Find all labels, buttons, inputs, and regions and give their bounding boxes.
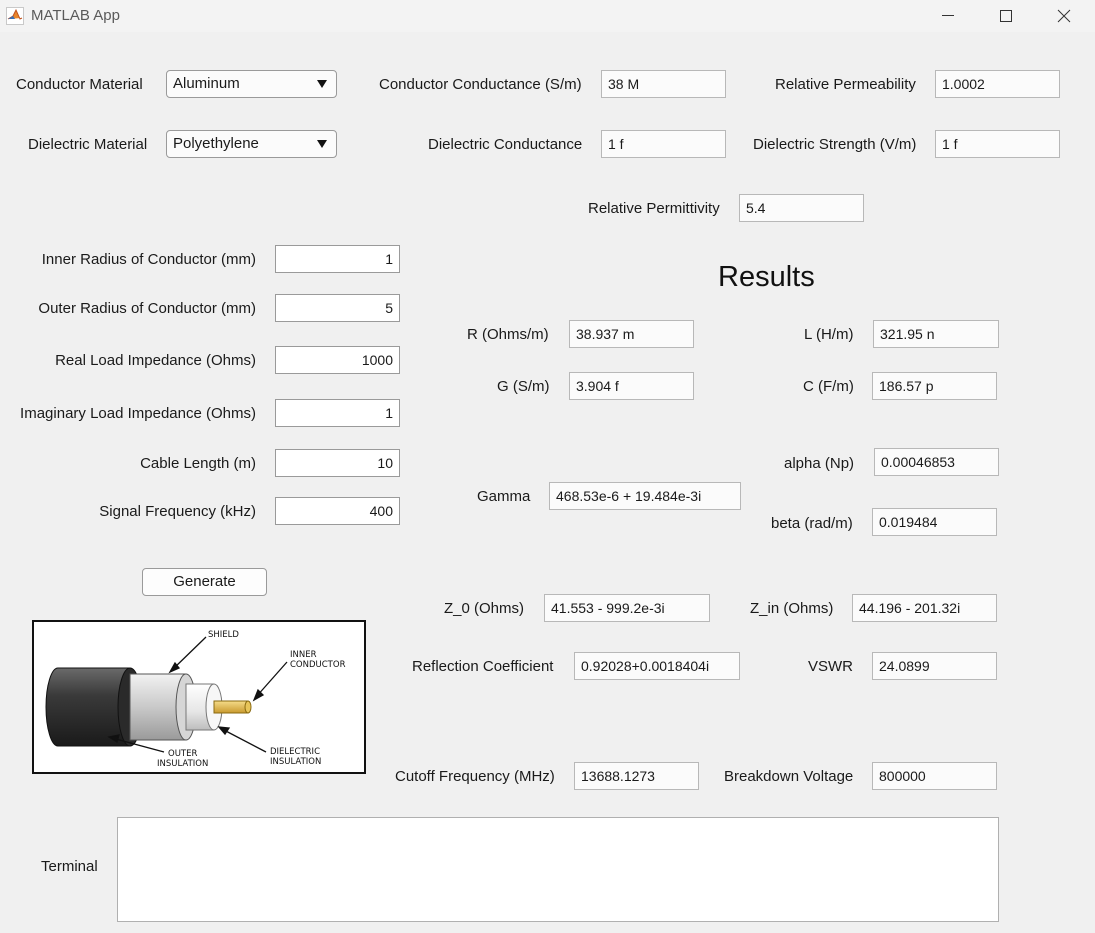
reflection-coefficient-field[interactable]: 0.92028+0.0018404i: [574, 652, 740, 680]
outer-radius-label: Outer Radius of Conductor (mm): [38, 300, 256, 317]
dielectric-conductance-field[interactable]: 1 f: [601, 130, 726, 158]
coax-cable-diagram: SHIELD INNER CONDUCTOR OUTER INSULATION …: [32, 620, 366, 774]
dielectric-material-dropdown[interactable]: Polyethylene: [166, 130, 337, 158]
cutoff-frequency-field[interactable]: 13688.1273: [574, 762, 699, 790]
cable-length-field[interactable]: 10: [275, 449, 400, 477]
dielectric-strength-field[interactable]: 1 f: [935, 130, 1060, 158]
beta-value-field[interactable]: 0.019484: [872, 508, 997, 536]
conductor-conductance-field[interactable]: 38 M: [601, 70, 726, 98]
close-button[interactable]: [1035, 0, 1093, 32]
conductor-material-value: Aluminum: [173, 75, 240, 92]
breakdown-voltage-label: Breakdown Voltage: [724, 768, 854, 785]
outer-insulation-caption-2: INSULATION: [157, 759, 208, 769]
zin-value-field[interactable]: 44.196 - 201.32i: [852, 594, 997, 622]
inner-radius-label: Inner Radius of Conductor (mm): [41, 251, 256, 268]
dielectric-material-label: Dielectric Material: [28, 136, 148, 153]
relative-permeability-field[interactable]: 1.0002: [935, 70, 1060, 98]
vswr-value-field[interactable]: 24.0899: [872, 652, 997, 680]
real-load-impedance-field[interactable]: 1000: [275, 346, 400, 374]
r-label: R (Ohms/m): [467, 326, 549, 343]
alpha-value-field[interactable]: 0.00046853: [874, 448, 999, 476]
r-value-field[interactable]: 38.937 m: [569, 320, 694, 348]
relative-permeability-label: Relative Permeability: [775, 76, 916, 93]
cable-length-label: Cable Length (m): [140, 455, 256, 472]
shield-caption: SHIELD: [208, 630, 239, 640]
reflection-coefficient-label: Reflection Coefficient: [412, 658, 554, 675]
conductor-material-label: Conductor Material: [16, 76, 143, 93]
outer-radius-field[interactable]: 5: [275, 294, 400, 322]
outer-insulation-caption-1: OUTER: [168, 749, 197, 759]
dielectric-insulation-caption-2: INSULATION: [270, 757, 321, 767]
maximize-icon: [1000, 10, 1012, 22]
matlab-logo-icon: [6, 7, 24, 25]
close-icon: [1057, 9, 1071, 23]
dropdown-arrow-icon: [317, 80, 327, 88]
inner-conductor-caption-2: CONDUCTOR: [290, 660, 346, 670]
conductor-conductance-label: Conductor Conductance (S/m): [379, 76, 582, 93]
beta-label: beta (rad/m): [771, 515, 853, 532]
minimize-button[interactable]: [919, 0, 977, 32]
l-value-field[interactable]: 321.95 n: [873, 320, 999, 348]
breakdown-voltage-field[interactable]: 800000: [872, 762, 997, 790]
dielectric-conductance-label: Dielectric Conductance: [428, 136, 583, 153]
vswr-label: VSWR: [808, 658, 853, 675]
relative-permittivity-field[interactable]: 5.4: [739, 194, 864, 222]
relative-permittivity-label: Relative Permittivity: [588, 200, 720, 217]
zin-label: Z_in (Ohms): [750, 600, 834, 617]
g-value-field[interactable]: 3.904 f: [569, 372, 694, 400]
imaginary-load-impedance-label: Imaginary Load Impedance (Ohms): [20, 405, 256, 422]
cutoff-frequency-label: Cutoff Frequency (MHz): [395, 768, 555, 785]
window-title: MATLAB App: [31, 7, 120, 24]
z0-value-field[interactable]: 41.553 - 999.2e-3i: [544, 594, 710, 622]
inner-radius-field[interactable]: 1: [275, 245, 400, 273]
dielectric-strength-label: Dielectric Strength (V/m): [753, 136, 917, 153]
dielectric-insulation-caption-1: DIELECTRIC: [270, 747, 320, 757]
gamma-label: Gamma: [477, 488, 531, 505]
title-bar: MATLAB App: [0, 0, 1095, 32]
c-value-field[interactable]: 186.57 p: [872, 372, 997, 400]
inner-conductor-caption-1: INNER: [290, 650, 317, 660]
dropdown-arrow-icon: [317, 140, 327, 148]
c-label: C (F/m): [803, 378, 854, 395]
conductor-material-dropdown[interactable]: Aluminum: [166, 70, 337, 98]
signal-frequency-field[interactable]: 400: [275, 497, 400, 525]
coax-cable-image: SHIELD INNER CONDUCTOR OUTER INSULATION …: [45, 630, 346, 769]
g-label: G (S/m): [497, 378, 550, 395]
alpha-label: alpha (Np): [784, 455, 855, 472]
z0-label: Z_0 (Ohms): [444, 600, 525, 617]
signal-frequency-label: Signal Frequency (kHz): [99, 503, 256, 520]
dielectric-material-value: Polyethylene: [173, 135, 259, 152]
gamma-value-field[interactable]: 468.53e-6 + 19.484e-3i: [549, 482, 741, 510]
terminal-label: Terminal: [41, 858, 98, 875]
terminal-output[interactable]: [117, 817, 999, 922]
imaginary-load-impedance-field[interactable]: 1: [275, 399, 400, 427]
maximize-button[interactable]: [977, 0, 1035, 32]
l-label: L (H/m): [804, 326, 854, 343]
minimize-icon: [942, 15, 954, 16]
app-canvas: Conductor Material Aluminum Conductor Co…: [0, 32, 1095, 933]
results-heading: Results: [718, 261, 815, 293]
generate-button[interactable]: Generate: [142, 568, 267, 596]
real-load-impedance-label: Real Load Impedance (Ohms): [55, 352, 256, 369]
